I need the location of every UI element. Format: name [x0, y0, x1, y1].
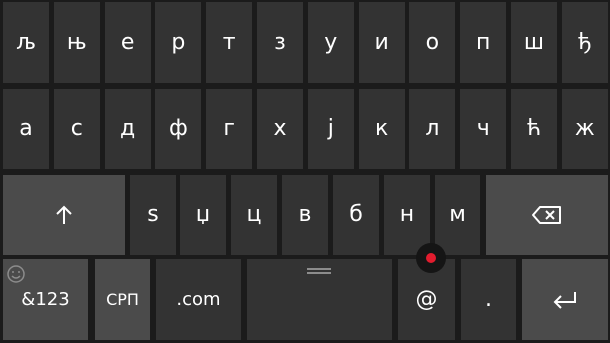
key-row1-11[interactable]: ш: [511, 2, 557, 83]
key-label: в: [298, 202, 312, 227]
key-row1-12[interactable]: ђ: [561, 2, 608, 83]
key-label: л: [425, 116, 440, 141]
at-key-label: @: [415, 286, 438, 312]
key-row3-1[interactable]: s: [130, 175, 176, 255]
language-key[interactable]: СРП: [95, 259, 150, 340]
key-label: ш: [523, 29, 545, 55]
key-label: з: [274, 29, 286, 55]
key-row3-2[interactable]: џ: [180, 175, 226, 255]
key-row1-6[interactable]: з: [257, 2, 303, 83]
key-label: ј: [327, 116, 334, 141]
dotcom-key[interactable]: .com: [156, 259, 241, 340]
key-label: ф: [168, 116, 188, 141]
key-label: s: [147, 202, 159, 227]
key-label: е: [120, 29, 135, 55]
touch-keyboard: &123 СРП .com @ . љ њ е р т з у и о п ш ђ а с д ф г х ј к л ч…: [0, 0, 610, 343]
key-label: т: [222, 29, 236, 55]
key-label: д: [119, 116, 136, 141]
key-row1-2[interactable]: њ: [53, 2, 100, 83]
key-row2-9[interactable]: л: [409, 89, 456, 169]
key-label: ђ: [577, 29, 592, 55]
key-label: м: [449, 202, 466, 227]
key-row2-1[interactable]: а: [3, 89, 49, 169]
key-label: ц: [246, 202, 262, 227]
key-label: ћ: [526, 116, 542, 141]
key-label: р: [171, 29, 186, 55]
key-label: а: [19, 116, 33, 141]
key-row2-12[interactable]: ж: [561, 89, 608, 169]
key-label: ч: [476, 116, 490, 141]
key-label: њ: [66, 29, 87, 55]
key-label: и: [374, 29, 389, 55]
key-row3-4[interactable]: в: [282, 175, 328, 255]
key-row1-7[interactable]: у: [307, 2, 354, 83]
key-row3-6[interactable]: н: [384, 175, 430, 255]
period-key-label: .: [485, 286, 492, 312]
key-row3-5[interactable]: б: [333, 175, 379, 255]
key-row1-5[interactable]: т: [206, 2, 253, 83]
key-label: н: [399, 202, 415, 227]
key-row1-3[interactable]: е: [104, 2, 151, 83]
shift-key[interactable]: [3, 175, 125, 255]
key-row1-8[interactable]: и: [358, 2, 405, 83]
key-row1-9[interactable]: о: [409, 2, 456, 83]
key-label: к: [374, 116, 389, 141]
backspace-key[interactable]: [486, 175, 608, 255]
backspace-icon: [532, 206, 561, 224]
key-label: џ: [195, 202, 211, 227]
cursor-dot: [426, 253, 436, 263]
shift-arrow-up-icon: [56, 205, 72, 224]
key-row2-7[interactable]: ј: [307, 89, 354, 169]
key-row2-5[interactable]: г: [206, 89, 253, 169]
key-label: љ: [16, 29, 36, 55]
spacebar-grip-icon: [307, 268, 331, 274]
key-row2-8[interactable]: к: [358, 89, 405, 169]
key-label: ж: [574, 116, 595, 141]
key-row3-3[interactable]: ц: [231, 175, 277, 255]
cursor-control-icon[interactable]: [416, 243, 446, 273]
key-label: х: [273, 116, 287, 141]
key-row1-4[interactable]: р: [155, 2, 202, 83]
key-label: о: [425, 29, 440, 55]
key-row1-1[interactable]: љ: [3, 2, 49, 83]
numbers-key-label: &123: [21, 288, 70, 310]
key-row3-7[interactable]: м: [435, 175, 480, 255]
key-row2-11[interactable]: ћ: [511, 89, 557, 169]
enter-key[interactable]: [522, 259, 608, 340]
key-label: г: [223, 116, 235, 141]
dotcom-key-label: .com: [176, 288, 221, 310]
key-row2-3[interactable]: д: [104, 89, 151, 169]
key-row2-4[interactable]: ф: [155, 89, 202, 169]
key-label: п: [475, 29, 491, 55]
key-row2-2[interactable]: с: [53, 89, 100, 169]
key-label: б: [349, 202, 363, 227]
spacebar-key[interactable]: [247, 259, 392, 340]
key-row2-6[interactable]: х: [257, 89, 303, 169]
emoji-smiley-icon[interactable]: [5, 263, 27, 285]
key-row1-10[interactable]: п: [460, 2, 507, 83]
language-key-label: СРП: [106, 289, 139, 309]
enter-icon: [553, 291, 576, 309]
key-label: с: [70, 116, 83, 141]
key-row2-10[interactable]: ч: [460, 89, 507, 169]
period-key[interactable]: .: [461, 259, 516, 340]
key-label: у: [324, 29, 338, 55]
